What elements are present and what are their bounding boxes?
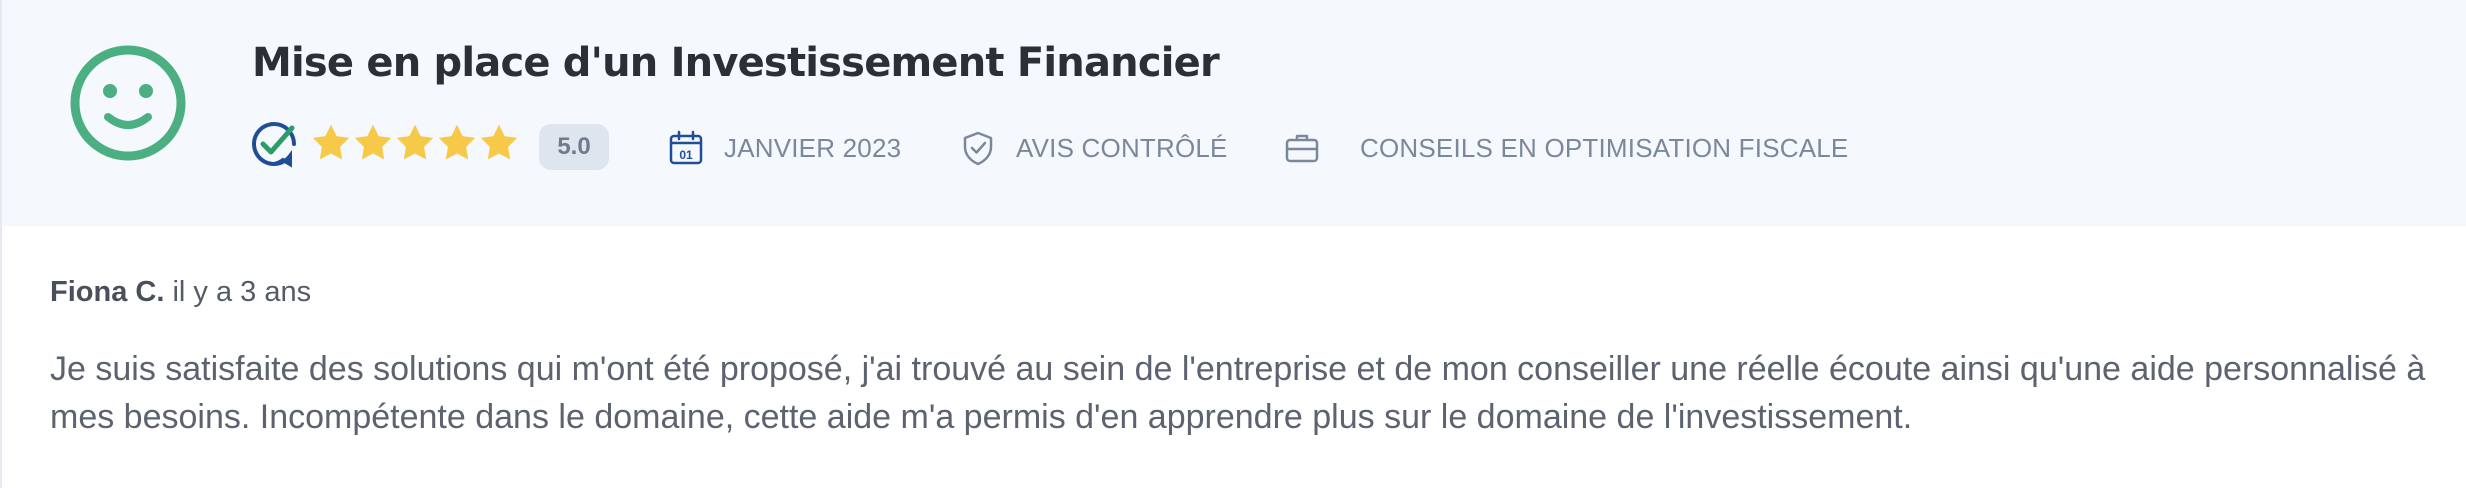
review-date-label: JANVIER 2023 (724, 132, 902, 163)
review-category-label: CONSEILS EN OPTIMISATION FISCALE (1360, 132, 1849, 163)
star-icon (354, 124, 392, 160)
review-time-ago: il y a 3 ans (172, 276, 312, 308)
review-verified: AVIS CONTRÔLÉ (960, 130, 1228, 166)
star-icon (480, 124, 518, 160)
review-author-line: Fiona C. il y a 3 ans (50, 276, 2430, 309)
verified-check-badge-icon (252, 122, 296, 168)
author-name: Fiona C. (50, 276, 165, 308)
shield-check-icon (963, 131, 993, 166)
review-verified-label: AVIS CONTRÔLÉ (1016, 132, 1228, 163)
review-meta-row: 5.0 01 JANVIER 2023 AVIS CONTRÔLÉ CONSEI… (250, 118, 2450, 174)
review-text: Je suis satisfaite des solutions qui m'o… (50, 350, 2426, 436)
calendar-day-label: 01 (679, 148, 693, 162)
smiley-face-icon (70, 45, 186, 161)
calendar-icon: 01 (669, 130, 703, 165)
star-icon (438, 124, 476, 160)
review-header: Mise en place d'un Investissement Financ… (2, 0, 2466, 226)
review-category: CONSEILS EN OPTIMISATION FISCALE (1284, 130, 1848, 166)
review-card: Mise en place d'un Investissement Financ… (0, 0, 2466, 488)
review-date: 01 JANVIER 2023 (668, 130, 901, 166)
review-body: Fiona C. il y a 3 ans Je suis satisfaite… (50, 276, 2430, 441)
star-icon (396, 124, 434, 160)
review-title: Mise en place d'un Investissement Financ… (252, 40, 1220, 86)
briefcase-icon (1285, 134, 1319, 163)
rating-score-badge: 5.0 (539, 124, 609, 170)
star-icon (312, 124, 350, 160)
